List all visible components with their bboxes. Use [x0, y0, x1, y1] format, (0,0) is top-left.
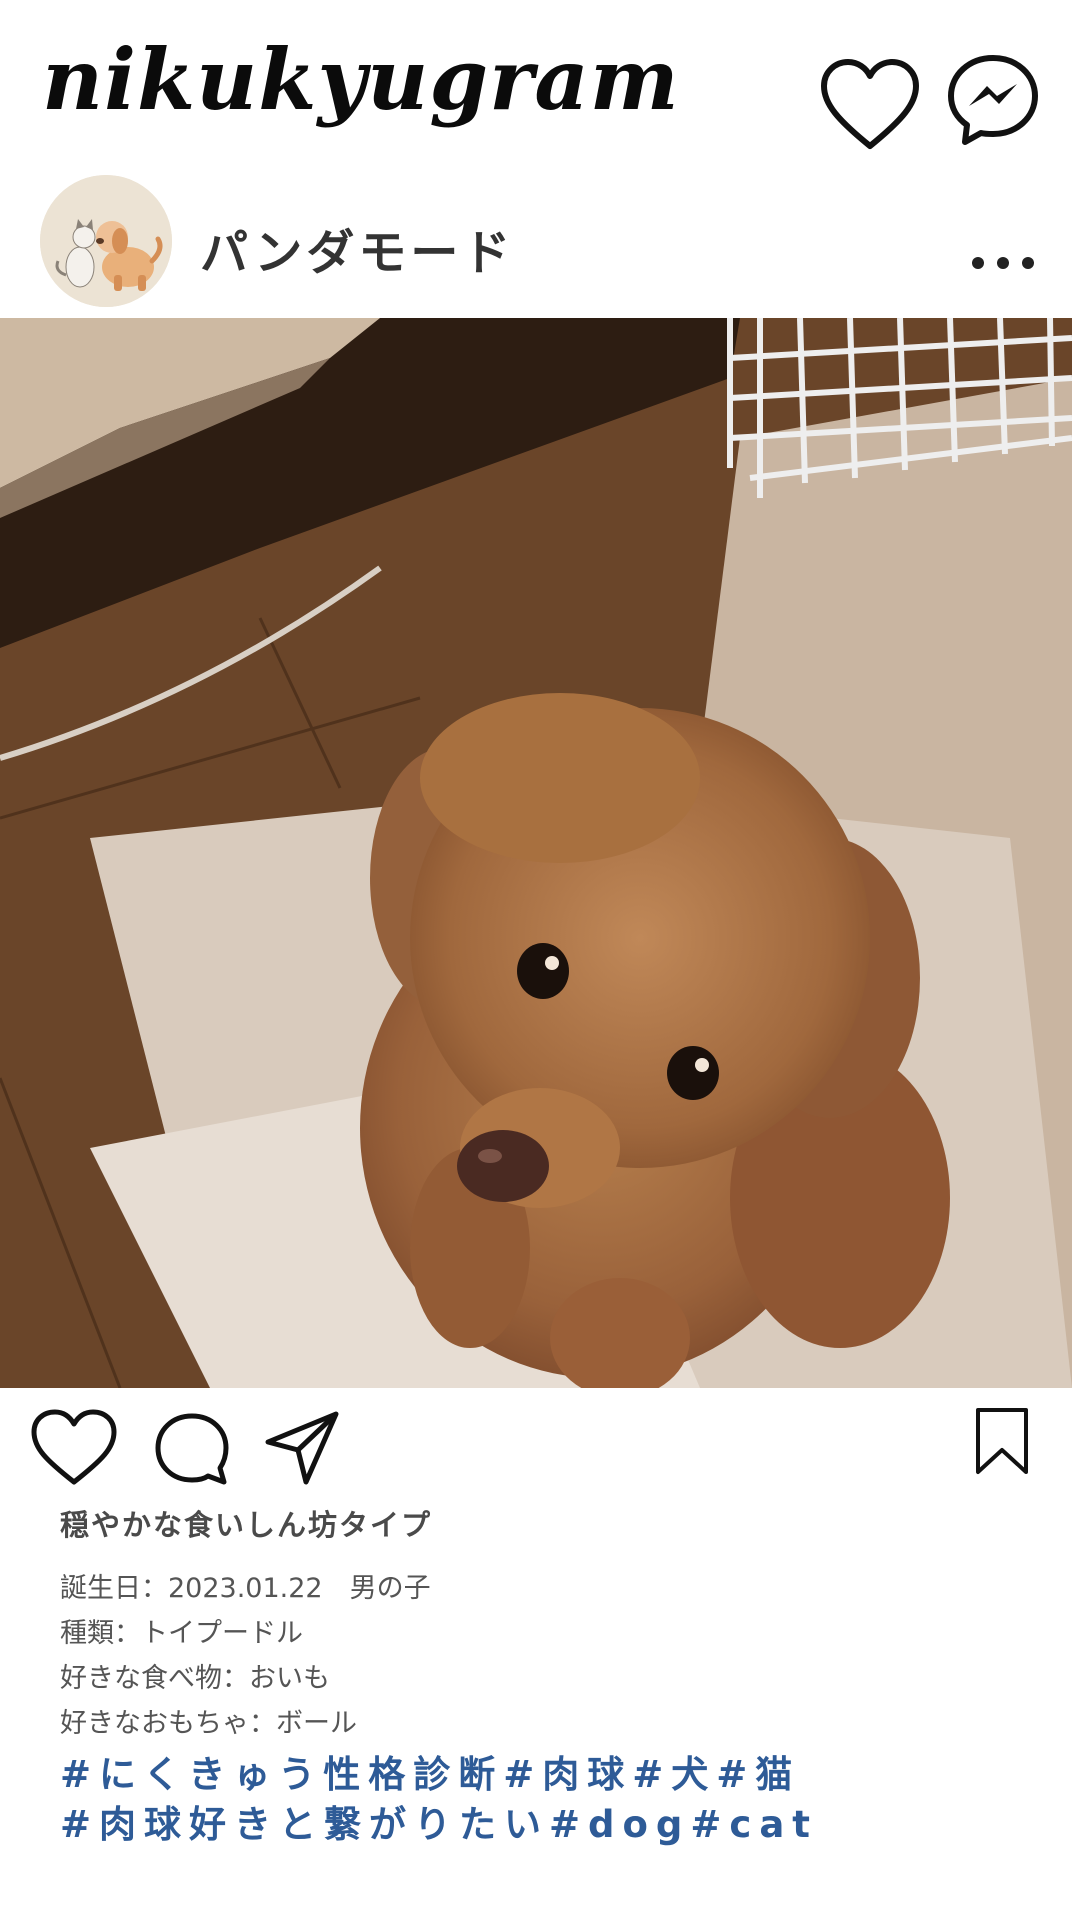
share-icon[interactable]	[262, 1408, 342, 1488]
app-header: nikukyugram	[0, 0, 1080, 165]
info-birthday: 誕生日：2023.01.22 男の子	[60, 1573, 431, 1604]
post-header: パンダモード	[0, 175, 1080, 315]
messenger-icon[interactable]	[945, 52, 1041, 148]
avatar[interactable]	[40, 175, 172, 307]
post-actions	[0, 1400, 1080, 1500]
info-favorite-toy: 好きなおもちゃ：ボール	[60, 1708, 357, 1739]
hashtag-line[interactable]: #にくきゅう性格診断#肉球#犬#猫	[60, 1750, 1040, 1800]
post-photo[interactable]	[0, 318, 1072, 1388]
more-options-icon[interactable]	[968, 253, 1038, 273]
info-favorite-food: 好きな食べ物：おいも	[60, 1663, 330, 1694]
hashtag-line[interactable]: #肉球好きと繋がりたい#dog#cat	[60, 1800, 1040, 1850]
comment-icon[interactable]	[152, 1410, 232, 1490]
hashtags: #にくきゅう性格診断#肉球#犬#猫 #肉球好きと繋がりたい#dog#cat	[60, 1750, 1040, 1850]
bookmark-icon[interactable]	[972, 1406, 1032, 1476]
post-caption: 穏やかな食いしん坊タイプ 誕生日：2023.01.22 男の子 種類：トイプード…	[60, 1502, 1040, 1850]
personality-type-title: 穏やかな食いしん坊タイプ	[60, 1508, 433, 1542]
heart-icon[interactable]	[30, 1408, 118, 1488]
dog-and-cat-illustration	[40, 175, 172, 307]
app-logo[interactable]: nikukyugram	[42, 30, 680, 131]
toy-poodle-photo	[0, 318, 1072, 1388]
username[interactable]: パンダモード	[200, 213, 514, 283]
info-breed: 種類：トイプードル	[60, 1618, 303, 1649]
heart-icon[interactable]	[818, 56, 922, 156]
